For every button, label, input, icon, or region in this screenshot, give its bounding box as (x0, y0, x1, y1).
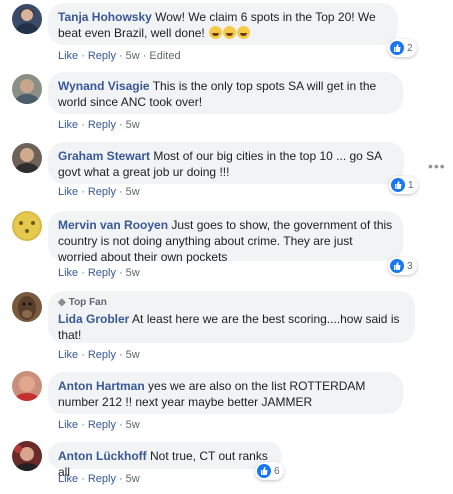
comment-bubble: Mervin van Rooyen Just goes to show, the… (48, 211, 403, 264)
thumbs-up-icon (257, 464, 271, 478)
comment-time[interactable]: 5w (126, 419, 140, 431)
avatar[interactable] (12, 143, 42, 173)
reaction-number: 3 (407, 260, 413, 272)
comment-bubble: Anton Lückhoff Not true, CT out ranks al… (48, 442, 282, 479)
reply-link[interactable]: Reply (88, 349, 116, 361)
reaction-count[interactable]: 3 (388, 257, 417, 275)
reaction-count[interactable]: 1 (389, 176, 418, 194)
comment-bubble: Anton Hartman yes we are also on the lis… (48, 372, 403, 414)
comment-actions: Like · Reply · 5w (58, 186, 140, 198)
reaction-count[interactable]: 2 (388, 39, 417, 57)
avatar[interactable] (12, 211, 42, 241)
comment-actions: Like · Reply · 5w (58, 267, 140, 279)
comment-time[interactable]: 5w (126, 50, 140, 62)
comment-actions: Like · Reply · 5w · Edited (58, 50, 181, 62)
thumbs-up-icon (390, 259, 404, 273)
reply-link[interactable]: Reply (88, 267, 116, 279)
reply-link[interactable]: Reply (88, 186, 116, 198)
comment-author[interactable]: Anton Hartman (58, 379, 145, 393)
avatar[interactable] (12, 371, 42, 401)
reaction-number: 6 (274, 465, 280, 477)
laughing-emoji-icon (209, 26, 223, 39)
comment-author[interactable]: Wynand Visagie (58, 79, 150, 93)
comment-author[interactable]: Tanja Hohowsky (58, 10, 152, 24)
comment-actions: Like · Reply · 5w (58, 419, 140, 431)
like-link[interactable]: Like (58, 119, 78, 131)
comment-author[interactable]: Anton Lückhoff (58, 449, 147, 463)
comment-actions: Like · Reply · 5w (58, 349, 140, 361)
like-link[interactable]: Like (58, 186, 78, 198)
avatar[interactable] (12, 292, 42, 322)
comment-author[interactable]: Mervin van Rooyen (58, 218, 168, 232)
like-link[interactable]: Like (58, 267, 78, 279)
reply-link[interactable]: Reply (88, 473, 116, 485)
laughing-emoji-icon (223, 26, 237, 39)
more-options-icon[interactable]: ••• (428, 158, 446, 174)
thumbs-up-icon (390, 41, 404, 55)
avatar[interactable] (12, 441, 42, 471)
reply-link[interactable]: Reply (88, 419, 116, 431)
top-fan-badge[interactable]: ◆ Top Fan (58, 297, 405, 309)
comment-bubble: ◆ Top Fan Lida Grobler At least here we a… (48, 291, 415, 343)
reaction-number: 2 (407, 42, 413, 54)
like-link[interactable]: Like (58, 419, 78, 431)
thumbs-up-icon (391, 178, 405, 192)
badge-label: Top Fan (68, 297, 107, 308)
comment-time[interactable]: 5w (126, 349, 140, 361)
edited-label[interactable]: Edited (149, 50, 180, 62)
reaction-number: 1 (408, 179, 414, 191)
avatar[interactable] (12, 4, 42, 34)
comment-bubble: Tanja Hohowsky Wow! We claim 6 spots in … (48, 3, 398, 45)
like-link[interactable]: Like (58, 349, 78, 361)
reaction-count[interactable]: 6 (255, 462, 284, 480)
comment-actions: Like · Reply · 5w (58, 473, 140, 485)
comment-actions: Like · Reply · 5w (58, 119, 140, 131)
comment-author[interactable]: Graham Stewart (58, 149, 150, 163)
reply-link[interactable]: Reply (88, 50, 116, 62)
comment-time[interactable]: 5w (126, 119, 140, 131)
comment-time[interactable]: 5w (126, 186, 140, 198)
comment-time[interactable]: 5w (126, 267, 140, 279)
comment-author[interactable]: Lida Grobler (58, 312, 129, 326)
avatar[interactable] (12, 74, 42, 104)
reply-link[interactable]: Reply (88, 119, 116, 131)
like-link[interactable]: Like (58, 473, 78, 485)
comment-time[interactable]: 5w (126, 473, 140, 485)
like-link[interactable]: Like (58, 50, 78, 62)
diamond-icon: ◆ (58, 297, 66, 308)
laughing-emoji-icon (237, 26, 251, 39)
comment-bubble: Wynand Visagie This is the only top spot… (48, 72, 403, 114)
comment-bubble: Graham Stewart Most of our big cities in… (48, 142, 404, 184)
